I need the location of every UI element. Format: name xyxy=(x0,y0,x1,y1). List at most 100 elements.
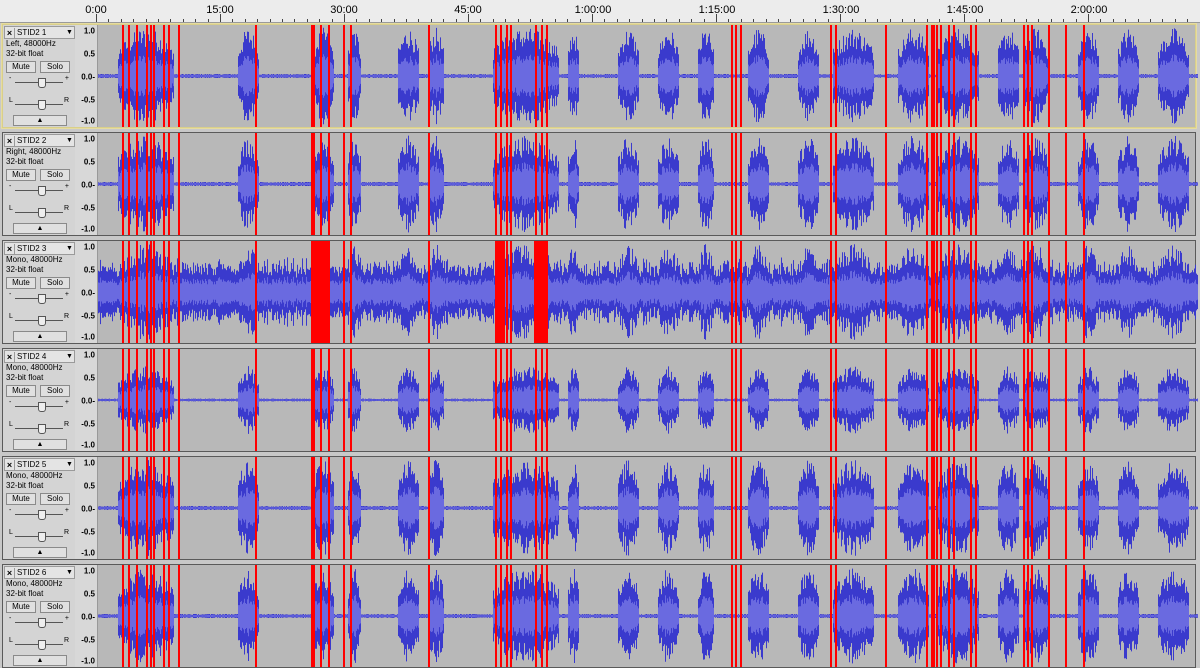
clipping-marker xyxy=(735,457,737,559)
clipping-marker xyxy=(936,457,938,559)
solo-button[interactable]: Solo xyxy=(40,493,70,505)
clipping-marker xyxy=(122,565,124,667)
gain-slider-thumb[interactable] xyxy=(38,78,46,88)
mute-button[interactable]: Mute xyxy=(6,601,36,613)
audio-track[interactable]: × STID2 6 ▼ Mono, 48000Hz 32-bit float M… xyxy=(2,564,1198,668)
waveform[interactable] xyxy=(98,349,1198,451)
clipping-marker xyxy=(970,133,972,235)
audio-track[interactable]: × STID2 5 ▼ Mono, 48000Hz 32-bit float M… xyxy=(2,456,1198,560)
close-track-icon[interactable]: × xyxy=(5,351,15,362)
pan-slider-thumb[interactable] xyxy=(38,100,46,110)
gain-slider[interactable]: - + xyxy=(9,507,69,520)
track-name-menu[interactable]: STID2 5 xyxy=(15,460,65,469)
waveform[interactable] xyxy=(98,133,1198,235)
audio-track[interactable]: × STID2 1 ▼ Left, 48000Hz 32-bit float M… xyxy=(2,24,1198,128)
solo-button[interactable]: Solo xyxy=(40,169,70,181)
pan-slider[interactable]: LR xyxy=(9,97,69,110)
clipping-marker xyxy=(735,25,737,127)
gain-slider-thumb[interactable] xyxy=(38,186,46,196)
pan-slider[interactable]: LR xyxy=(9,313,69,326)
waveform[interactable] xyxy=(98,25,1198,127)
close-track-icon[interactable]: × xyxy=(5,567,15,578)
timeline-ruler[interactable]: 0:00 15:00 30:00 45:00 1:00:00 1:15:00 1:30:00… xyxy=(0,0,1200,23)
clipping-marker xyxy=(835,457,837,559)
clipping-marker xyxy=(953,349,955,451)
collapse-track-icon[interactable]: ▲ xyxy=(13,331,67,342)
track-menu-dropdown-icon[interactable]: ▼ xyxy=(65,29,74,36)
amplitude-scale: 1.0 0.5 0.0- -0.5 -1.0 xyxy=(75,349,98,451)
ruler-tick xyxy=(245,19,246,22)
track-name-menu[interactable]: STID2 6 xyxy=(15,568,65,577)
ruler-label: 1:45:00 xyxy=(946,4,984,16)
track-menu-dropdown-icon[interactable]: ▼ xyxy=(65,569,74,576)
pan-slider[interactable]: LR xyxy=(9,637,69,650)
clipping-marker xyxy=(1027,241,1029,343)
clipping-marker xyxy=(153,241,155,343)
mute-button[interactable]: Mute xyxy=(6,61,36,73)
solo-button[interactable]: Solo xyxy=(40,601,70,613)
pan-slider[interactable]: LR xyxy=(9,421,69,434)
collapse-track-icon[interactable]: ▲ xyxy=(13,439,67,450)
audio-track[interactable]: × STID2 4 ▼ Mono, 48000Hz 32-bit float M… xyxy=(2,348,1198,452)
collapse-track-icon[interactable]: ▲ xyxy=(13,547,67,558)
collapse-track-icon[interactable]: ▲ xyxy=(13,223,67,234)
clipping-marker xyxy=(136,349,138,451)
track-menu-dropdown-icon[interactable]: ▼ xyxy=(65,353,74,360)
waveform[interactable] xyxy=(98,457,1198,559)
collapse-track-icon[interactable]: ▲ xyxy=(13,115,67,126)
waveform[interactable] xyxy=(98,241,1198,343)
mute-button[interactable]: Mute xyxy=(6,277,36,289)
pan-slider[interactable]: LR xyxy=(9,205,69,218)
clipping-marker xyxy=(500,349,502,451)
close-track-icon[interactable]: × xyxy=(5,27,15,38)
track-menu-dropdown-icon[interactable]: ▼ xyxy=(65,137,74,144)
pan-slider-thumb[interactable] xyxy=(38,640,46,650)
collapse-track-icon[interactable]: ▲ xyxy=(13,655,67,666)
close-track-icon[interactable]: × xyxy=(5,243,15,254)
solo-button[interactable]: Solo xyxy=(40,277,70,289)
waveform[interactable] xyxy=(98,565,1198,667)
gain-slider-thumb[interactable] xyxy=(38,618,46,628)
solo-button[interactable]: Solo xyxy=(40,385,70,397)
gain-slider-thumb[interactable] xyxy=(38,402,46,412)
pan-slider-thumb[interactable] xyxy=(38,424,46,434)
pan-slider-thumb[interactable] xyxy=(38,532,46,542)
track-name-menu[interactable]: STID2 2 xyxy=(15,136,65,145)
gain-slider-thumb[interactable] xyxy=(38,294,46,304)
track-control-panel: × STID2 1 ▼ Left, 48000Hz 32-bit float M… xyxy=(3,25,76,127)
close-track-icon[interactable]: × xyxy=(5,135,15,146)
audio-track[interactable]: × STID2 2 ▼ Right, 48000Hz 32-bit float … xyxy=(2,132,1198,236)
gain-slider[interactable]: - + xyxy=(9,183,69,196)
scale-label: 0.0- xyxy=(81,72,95,82)
gain-slider[interactable]: - + xyxy=(9,399,69,412)
clipping-marker xyxy=(933,133,935,235)
clipping-marker xyxy=(830,241,832,343)
pan-slider-thumb[interactable] xyxy=(38,316,46,326)
track-name-menu[interactable]: STID2 4 xyxy=(15,352,65,361)
close-track-icon[interactable]: × xyxy=(5,459,15,470)
audio-track[interactable]: × STID2 3 ▼ Mono, 48000Hz 32-bit float M… xyxy=(2,240,1198,344)
ruler-tick xyxy=(1175,19,1176,22)
clipping-marker xyxy=(1027,25,1029,127)
gain-slider[interactable]: - + xyxy=(9,75,69,88)
track-menu-dropdown-icon[interactable]: ▼ xyxy=(65,461,74,468)
gain-slider[interactable]: - + xyxy=(9,615,69,628)
ruler-tick xyxy=(282,19,283,22)
track-name-menu[interactable]: STID2 1 xyxy=(15,28,65,37)
clipping-marker xyxy=(150,241,152,343)
clipping-marker xyxy=(1027,133,1029,235)
mute-button[interactable]: Mute xyxy=(6,169,36,181)
solo-button[interactable]: Solo xyxy=(40,61,70,73)
clipping-marker xyxy=(506,457,508,559)
gain-max-label: + xyxy=(64,615,69,622)
track-name-menu[interactable]: STID2 3 xyxy=(15,244,65,253)
gain-slider[interactable]: - + xyxy=(9,291,69,304)
ruler-tick xyxy=(208,19,209,22)
track-menu-dropdown-icon[interactable]: ▼ xyxy=(65,245,74,252)
ruler-tick xyxy=(369,19,370,22)
gain-slider-thumb[interactable] xyxy=(38,510,46,520)
pan-slider[interactable]: LR xyxy=(9,529,69,542)
pan-slider-thumb[interactable] xyxy=(38,208,46,218)
mute-button[interactable]: Mute xyxy=(6,385,36,397)
mute-button[interactable]: Mute xyxy=(6,493,36,505)
